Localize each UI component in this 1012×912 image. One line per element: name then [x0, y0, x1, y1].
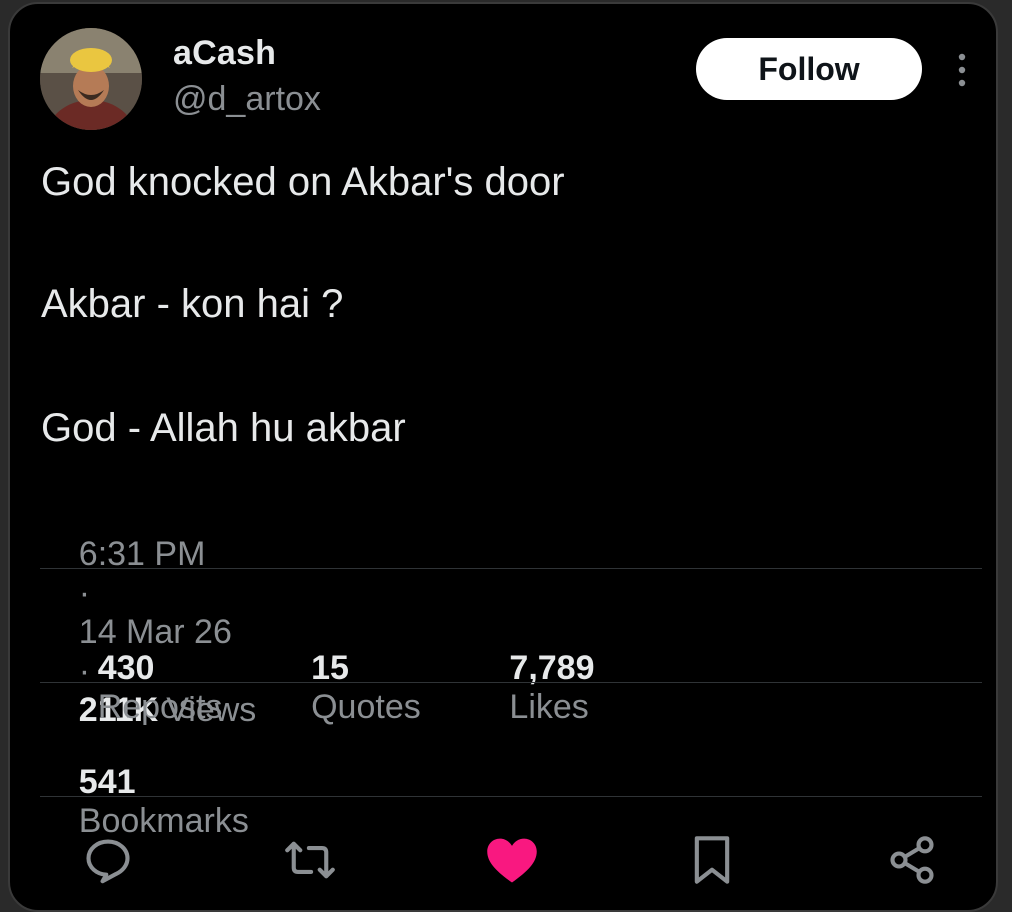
repost-button[interactable] — [280, 830, 340, 890]
divider — [40, 682, 982, 683]
reposts-label: Reposts — [97, 688, 223, 726]
quotes-stat[interactable]: 15 Quotes — [254, 610, 421, 766]
author-avatar[interactable] — [40, 28, 142, 130]
bookmark-button[interactable] — [682, 830, 742, 890]
meta-separator: · — [78, 574, 91, 612]
divider — [40, 796, 982, 797]
more-vertical-icon[interactable] — [952, 52, 972, 88]
tweet-text-line: Akbar - kon hai ? — [41, 282, 344, 326]
quotes-label: Quotes — [311, 688, 421, 726]
like-button[interactable] — [482, 830, 542, 890]
author-display-name[interactable]: aCash — [173, 34, 276, 73]
likes-label: Likes — [509, 688, 589, 726]
reply-button[interactable] — [78, 830, 138, 890]
bookmarks-stat[interactable]: 541 Bookmarks — [41, 724, 249, 880]
bookmark-icon — [694, 836, 730, 884]
reply-icon — [86, 839, 130, 884]
tweet-text-line: God knocked on Akbar's door — [41, 160, 565, 204]
profile-photo-icon — [40, 28, 142, 130]
share-button[interactable] — [882, 830, 942, 890]
divider — [40, 568, 982, 569]
tweet-card: aCash @d_artox Follow God knocked on Akb… — [8, 2, 998, 912]
repost-icon — [285, 841, 335, 879]
author-handle[interactable]: @d_artox — [173, 80, 321, 119]
share-icon — [890, 836, 934, 884]
like-icon — [487, 838, 537, 883]
likes-stat[interactable]: 7,789 Likes — [453, 610, 594, 766]
follow-button[interactable]: Follow — [696, 38, 922, 100]
tweet-text-line: God - Allah hu akbar — [41, 406, 406, 450]
